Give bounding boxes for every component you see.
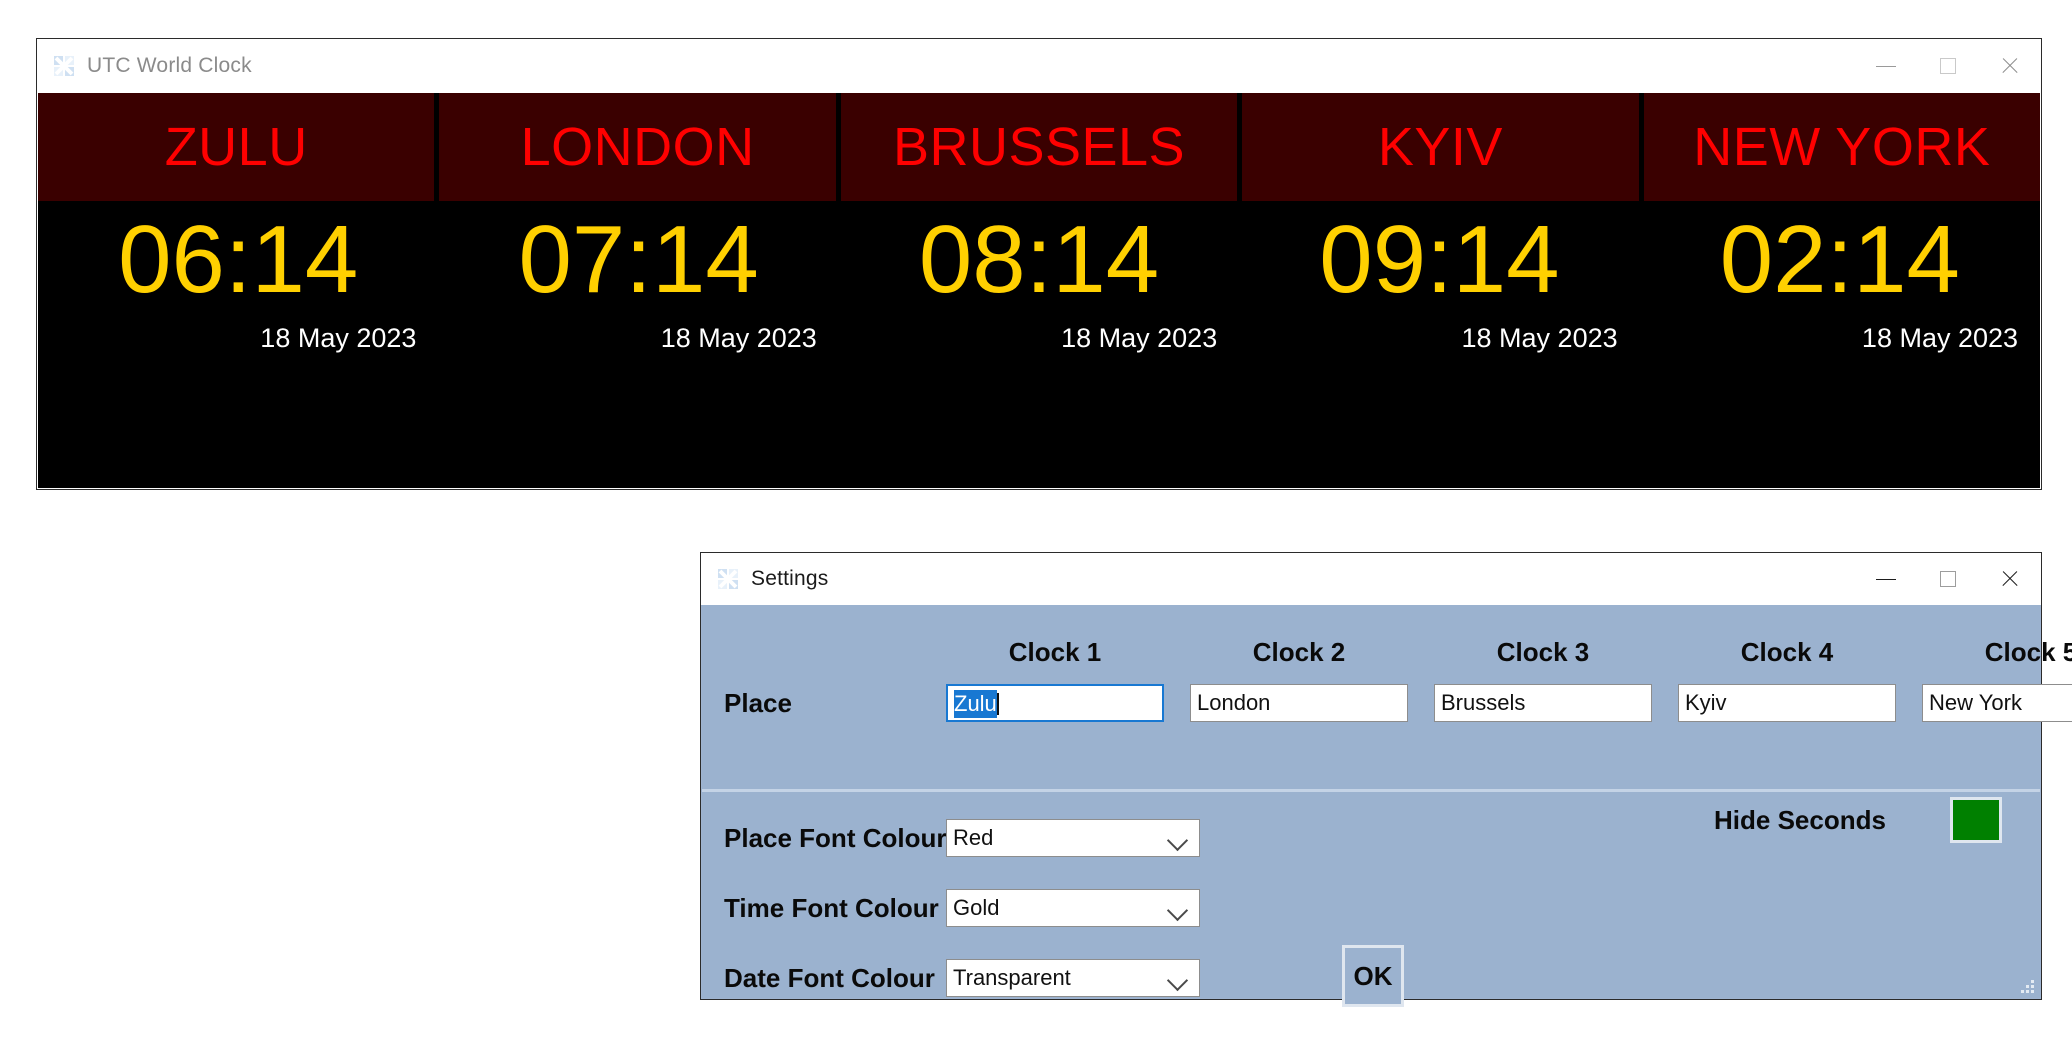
clock-settings-grid: Clock 1 Clock 2 Clock 3 Clock 4 Clock 5 … (702, 605, 2072, 722)
clock-date-label: 18 May 2023 (1461, 322, 1618, 353)
close-icon (2000, 56, 2020, 76)
place-input-cell: Kyiv (1678, 684, 1896, 722)
clock-3-header: Clock 3 (1496, 637, 1590, 667)
clock-header-cell: Clock 4 (1678, 637, 1896, 668)
close-icon (2000, 569, 2020, 589)
clock-5-header: Clock 5 (1984, 637, 2072, 667)
maximize-button[interactable] (1917, 39, 1979, 93)
resize-grip[interactable] (2018, 977, 2036, 995)
place-font-colour-label: Place Font Colour (724, 822, 947, 853)
place-font-colour-select[interactable]: Red (946, 819, 1200, 857)
place-input-clock-3[interactable]: Brussels (1434, 684, 1652, 722)
text-caret (996, 693, 999, 715)
settings-separator (702, 789, 2040, 792)
clock-window-title: UTC World Clock (87, 54, 252, 77)
clock-date-label: 18 May 2023 (260, 322, 417, 353)
settings-window-controls (1855, 553, 2041, 605)
clock-1-header: Clock 1 (1008, 637, 1102, 667)
ok-button[interactable]: OK (1342, 945, 1404, 1007)
date-font-colour-select[interactable]: Transparent (946, 959, 1200, 997)
clock-header-cell: Clock 2 (1190, 637, 1408, 668)
minimize-icon (1876, 65, 1896, 67)
time-font-colour-row: Time Font Colour Gold (702, 879, 2040, 937)
place-input-cell: London (1190, 684, 1408, 722)
clock-header-cell: Clock 1 (946, 637, 1164, 668)
hide-seconds-group: Hide Seconds (1714, 797, 2002, 843)
clock-time-label: 02:14 (1719, 206, 1960, 313)
place-input-clock-1[interactable]: Zulu (946, 684, 1164, 722)
date-font-colour-value: Transparent (953, 965, 1071, 990)
chevron-down-icon (1166, 969, 1189, 992)
clock-headers-row: Clock 1 Clock 2 Clock 3 Clock 4 Clock 5 (702, 637, 2072, 668)
clock-place-label: NEW YORK (1693, 117, 1991, 177)
settings-window-titlebar[interactable]: Settings (701, 553, 2041, 605)
clock-date-label: 18 May 2023 (1861, 322, 2019, 353)
clock-place-header-row: ZULU LONDON BRUSSELS KYIV NEW YORK (38, 93, 2041, 201)
minimize-button[interactable] (1855, 39, 1917, 93)
clock-column: 02:14 18 May 2023 (1640, 201, 2040, 488)
place-input-cell: Zulu (946, 684, 1164, 722)
clock-column: 07:14 18 May 2023 (438, 201, 838, 488)
maximize-icon (1940, 571, 1956, 587)
clock-place-cell: BRUSSELS (840, 93, 1238, 201)
app-icon (54, 56, 74, 76)
clock-place-cell: LONDON (439, 93, 836, 201)
clock-column: 06:14 18 May 2023 (38, 201, 438, 488)
clock-date-label: 18 May 2023 (660, 322, 817, 353)
clock-time-label: 07:14 (518, 206, 759, 313)
time-font-colour-select[interactable]: Gold (946, 889, 1200, 927)
clock-place-cell: ZULU (38, 93, 435, 201)
place-row-label: Place (724, 687, 792, 718)
clock-time-label: 06:14 (118, 206, 359, 313)
clock-place-label: BRUSSELS (892, 117, 1186, 177)
clock-place-label: ZULU (164, 117, 308, 177)
clock-column: 08:14 18 May 2023 (839, 201, 1239, 488)
settings-window: Settings Clock 1 Clock 2 Clock 3 Clock 4… (700, 552, 2072, 1007)
time-font-colour-label: Time Font Colour (724, 892, 939, 923)
settings-window-title: Settings (751, 567, 829, 590)
hide-seconds-toggle[interactable] (1949, 797, 2002, 843)
clock-4-header: Clock 4 (1740, 637, 1834, 667)
close-button[interactable] (1979, 553, 2041, 605)
clock-window-titlebar[interactable]: UTC World Clock (37, 39, 2041, 93)
clock-2-header: Clock 2 (1252, 637, 1346, 667)
minimize-icon (1876, 578, 1896, 580)
chevron-down-icon (1166, 829, 1189, 852)
clock-place-label: KYIV (1377, 117, 1503, 177)
place-input-clock-5[interactable]: New York (1922, 684, 2072, 722)
clock-header-cell: Clock 3 (1434, 637, 1652, 668)
chevron-down-icon (1166, 899, 1189, 922)
clock-date-label: 18 May 2023 (1061, 322, 1218, 353)
app-icon (718, 569, 738, 589)
minimize-button[interactable] (1855, 553, 1917, 605)
place-input-cell: Brussels (1434, 684, 1652, 722)
clock-time-date-row: 06:14 18 May 2023 07:14 18 May 2023 08:1… (38, 201, 2040, 488)
clock-place-label: LONDON (520, 117, 755, 177)
place-inputs-row: Place Zulu London Brussels Kyiv New York (702, 684, 2072, 722)
time-font-colour-value: Gold (953, 895, 1000, 920)
clock-display-area: ZULU LONDON BRUSSELS KYIV NEW YORK 06:14… (38, 93, 2041, 488)
clock-time-label: 08:14 (918, 206, 1160, 313)
place-input-clock-2[interactable]: London (1190, 684, 1408, 722)
maximize-button[interactable] (1917, 553, 1979, 605)
settings-lower-area: Place Font Colour Red Time Font Colour G… (702, 797, 2040, 1007)
clock-place-cell: KYIV (1242, 93, 1639, 201)
clock-time-label: 09:14 (1319, 206, 1560, 313)
place-input-clock-4[interactable]: Kyiv (1678, 684, 1896, 722)
place-font-colour-value: Red (953, 825, 994, 850)
clock-header-cell: Clock 5 (1922, 637, 2072, 668)
clock-window-controls (1855, 39, 2041, 93)
date-font-colour-label: Date Font Colour (724, 962, 935, 993)
maximize-icon (1940, 58, 1956, 74)
close-button[interactable] (1979, 39, 2041, 93)
place-input-clock-1-value: Zulu (954, 690, 997, 718)
clock-place-cell: NEW YORK (1643, 93, 2041, 201)
settings-dialog-body: Clock 1 Clock 2 Clock 3 Clock 4 Clock 5 … (702, 605, 2072, 1007)
place-input-cell: New York (1922, 684, 2072, 722)
utc-world-clock-window: UTC World Clock ZULU LONDON BRUSSELS KYI… (36, 38, 2042, 490)
hide-seconds-label: Hide Seconds (1714, 804, 1886, 835)
clock-column: 09:14 18 May 2023 (1239, 201, 1639, 488)
